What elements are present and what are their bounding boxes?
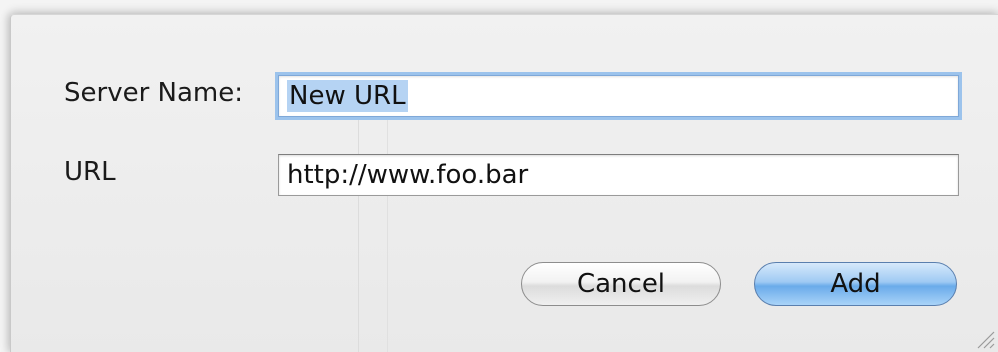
screen: Server Name: New URL URL http://www.foo.… [0,0,998,352]
server-name-label: Server Name: [64,78,243,108]
add-button[interactable]: Add [754,262,957,306]
background-divider [387,115,388,352]
url-field[interactable]: http://www.foo.bar [278,154,959,196]
server-name-value: New URL [287,80,408,112]
url-label: URL [64,157,116,187]
url-value: http://www.foo.bar [287,160,529,190]
add-server-sheet: Server Name: New URL URL http://www.foo.… [10,14,998,352]
resize-grip-icon[interactable] [973,327,995,349]
background-divider [358,103,359,352]
cancel-button[interactable]: Cancel [521,262,721,306]
server-name-field[interactable]: New URL [278,75,959,117]
